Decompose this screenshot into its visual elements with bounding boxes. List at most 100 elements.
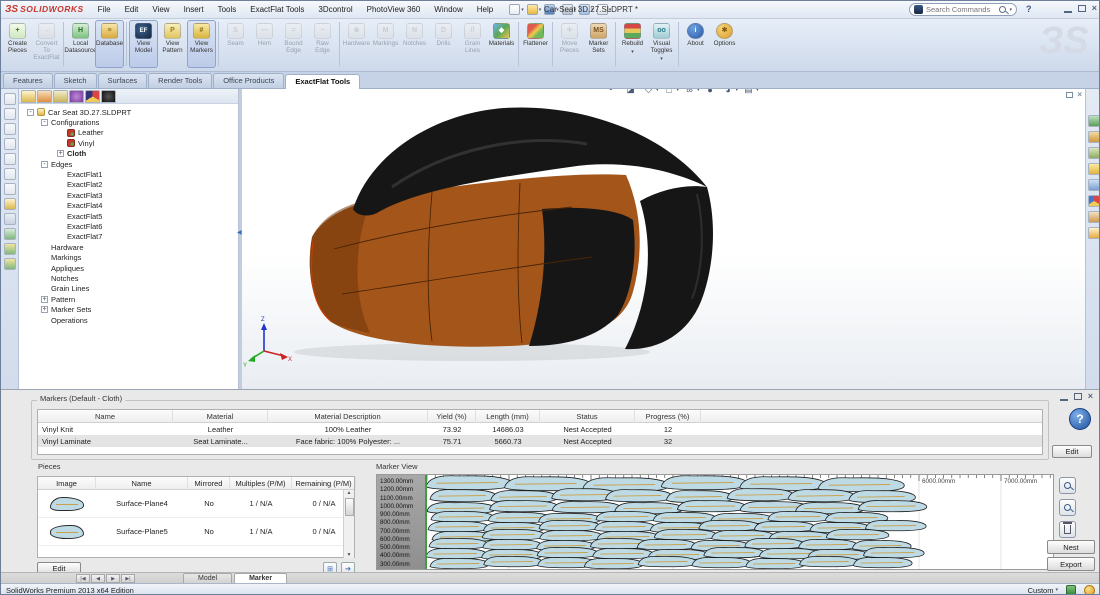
column-header[interactable]: Name: [38, 410, 173, 423]
column-header[interactable]: Progress (%): [635, 410, 701, 423]
ribbon-button[interactable]: [615, 22, 616, 66]
ribbon-button[interactable]: MS Marker Sets: [584, 20, 613, 68]
exactflat-pane-icon[interactable]: [1088, 227, 1100, 239]
ribbon-button[interactable]: oo Visual Toggles ▾: [647, 20, 676, 68]
ribbon-button[interactable]: M Markings: [371, 20, 400, 68]
ribbon-button[interactable]: ≡ Database: [95, 20, 124, 68]
heads-up-button[interactable]: □ ▾: [663, 89, 680, 96]
exactflat-manager-icon[interactable]: [101, 90, 116, 103]
ribbon-button[interactable]: — Hem: [250, 20, 279, 68]
custom-properties-icon[interactable]: [1088, 211, 1100, 223]
delete-icon[interactable]: [1059, 521, 1076, 538]
next-sheet-icon[interactable]: ▶: [106, 574, 120, 583]
heads-up-button[interactable]: ◇ ▾: [642, 89, 659, 96]
ribbon-button[interactable]: S Seam: [221, 20, 250, 68]
search-commands-box[interactable]: ▾: [909, 3, 1017, 16]
tree-item[interactable]: - Configurations: [19, 117, 238, 127]
tree-item[interactable]: Markings: [19, 252, 238, 262]
ribbon-button[interactable]: Rebuild ▾: [618, 20, 647, 68]
menu-item[interactable]: File: [92, 3, 117, 16]
heads-up-button[interactable]: ●: [704, 89, 718, 96]
piece-row[interactable]: Surface-Plane4 No 1 / N/A 0 / N/A: [38, 490, 354, 518]
ribbon-button[interactable]: [339, 22, 340, 66]
surface-icon[interactable]: [4, 243, 16, 255]
extrude-icon[interactable]: [4, 108, 16, 120]
column-header[interactable]: Image: [38, 477, 96, 490]
command-tab[interactable]: Surfaces: [98, 73, 148, 88]
command-tab[interactable]: Render Tools: [148, 73, 212, 88]
ribbon-button[interactable]: // Grain Lines: [458, 20, 487, 68]
tree-item[interactable]: - Edges: [19, 159, 238, 169]
help-button[interactable]: ?: [1069, 408, 1091, 430]
sweep-icon[interactable]: [4, 138, 16, 150]
tree-item[interactable]: ExactFlat1: [19, 169, 238, 179]
unit-system-selector[interactable]: Custom ▾: [1028, 586, 1058, 595]
loft-icon[interactable]: [4, 153, 16, 165]
column-header[interactable]: Material: [173, 410, 268, 423]
ribbon-button[interactable]: [678, 22, 679, 66]
heads-up-button[interactable]: ↶: [606, 89, 620, 96]
minimize-icon[interactable]: [1060, 399, 1068, 401]
zoom-fit-icon[interactable]: [1059, 499, 1076, 516]
help-icon[interactable]: ?: [1026, 4, 1032, 14]
tree-item[interactable]: ExactFlat7: [19, 232, 238, 242]
menu-item[interactable]: Edit: [119, 3, 145, 16]
ribbon-button[interactable]: i About: [681, 20, 710, 68]
heads-up-button[interactable]: ◕ ▾: [722, 89, 739, 96]
tag-icon[interactable]: [1066, 585, 1076, 595]
tree-item[interactable]: Vinyl: [19, 138, 238, 148]
displaymanager-icon[interactable]: [85, 90, 100, 103]
menu-item[interactable]: 3Dcontrol: [312, 3, 358, 16]
surface-trim-icon[interactable]: [4, 258, 16, 270]
pieces-scrollbar[interactable]: ▲ ▼: [343, 490, 354, 558]
appearances-icon[interactable]: [1088, 195, 1100, 207]
column-header[interactable]: Multiples (P/M): [230, 477, 292, 490]
zoom-in-icon[interactable]: [1059, 477, 1076, 494]
expand-toggle-icon[interactable]: +: [41, 296, 48, 303]
featuremanager-tree-icon[interactable]: [21, 90, 36, 103]
tree-item[interactable]: ExactFlat5: [19, 211, 238, 221]
first-sheet-icon[interactable]: |◀: [76, 574, 90, 583]
resources-icon[interactable]: [1088, 115, 1100, 127]
chevron-down-icon[interactable]: ▾: [1009, 7, 1012, 13]
configurationmanager-icon[interactable]: [53, 90, 68, 103]
restore-icon[interactable]: [1066, 92, 1073, 98]
propertymanager-icon[interactable]: [37, 90, 52, 103]
sheet-tab[interactable]: Model: [183, 573, 232, 583]
file-explorer-icon[interactable]: [1088, 147, 1100, 159]
ribbon-button[interactable]: ✱ Options: [710, 20, 739, 68]
piece-row[interactable]: Surface-Plane5 No 1 / N/A 0 / N/A: [38, 518, 354, 546]
command-tab[interactable]: Features: [3, 73, 53, 88]
tree-item[interactable]: ExactFlat6: [19, 221, 238, 231]
tree-item[interactable]: Hardware: [19, 242, 238, 252]
heads-up-button[interactable]: ▤ ▾: [742, 89, 759, 96]
ribbon-button[interactable]: [218, 22, 219, 66]
menu-item[interactable]: View: [146, 3, 175, 16]
maximize-icon[interactable]: [1078, 5, 1086, 12]
expand-toggle-icon[interactable]: -: [41, 161, 48, 168]
expand-toggle-icon[interactable]: +: [41, 306, 48, 313]
ribbon-button[interactable]: P View Pattern: [158, 20, 187, 68]
ribbon-button[interactable]: N Notches: [400, 20, 429, 68]
ribbon-button[interactable]: [518, 22, 519, 66]
scroll-down-icon[interactable]: ▼: [347, 552, 352, 558]
path-icon[interactable]: [4, 228, 16, 240]
heads-up-button[interactable]: ∞ ▾: [683, 89, 700, 96]
tree-item[interactable]: ExactFlat3: [19, 190, 238, 200]
column-header[interactable]: Length (mm): [476, 410, 540, 423]
column-header[interactable]: Name: [96, 477, 188, 490]
menu-item[interactable]: Tools: [212, 3, 243, 16]
sketch-icon[interactable]: [4, 198, 16, 210]
ribbon-button[interactable]: Flattener: [521, 20, 550, 68]
revolve-icon[interactable]: [4, 123, 16, 135]
tree-item[interactable]: Grain Lines: [19, 284, 238, 294]
dimxpertmanager-icon[interactable]: [69, 90, 84, 103]
export-button[interactable]: Export: [1047, 557, 1095, 571]
ribbon-button[interactable]: ~ Raw Edge: [308, 20, 337, 68]
ribbon-button[interactable]: # View Markers: [187, 20, 216, 68]
ribbon-button[interactable]: [126, 22, 127, 66]
ribbon-button[interactable]: → Convert To ExactFlat: [32, 20, 61, 68]
tree-item[interactable]: Operations: [19, 315, 238, 325]
column-header[interactable]: Status: [540, 410, 635, 423]
tree-item[interactable]: ExactFlat4: [19, 201, 238, 211]
